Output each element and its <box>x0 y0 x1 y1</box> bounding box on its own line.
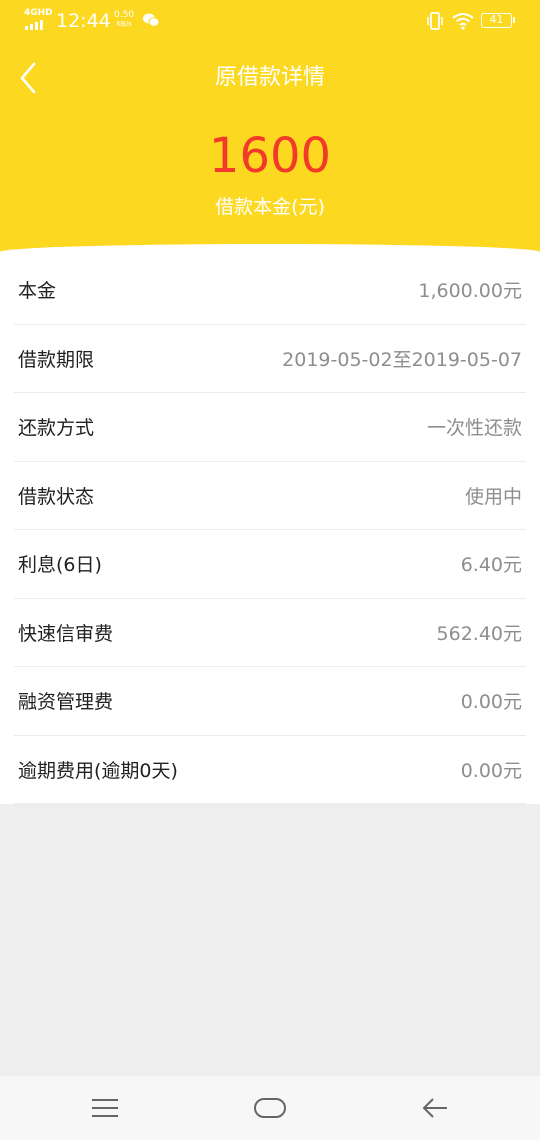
detail-value: 使用中 <box>464 485 522 508</box>
network-type: 4GHD <box>24 8 53 18</box>
wifi-icon <box>452 13 474 30</box>
network-speed-unit: KB/s <box>116 20 132 28</box>
wechat-icon <box>143 13 159 27</box>
status-bar: 4GHD 12:44 0.50 KB/s 41 <box>0 0 540 42</box>
network-speed-value: 0.50 <box>114 10 135 20</box>
detail-label: 利息(6日) <box>18 554 102 577</box>
detail-value: 一次性还款 <box>426 417 522 440</box>
detail-row-interest: 利息(6日) 6.40元 <box>14 530 526 599</box>
detail-label: 借款期限 <box>18 348 95 371</box>
page-title: 原借款详情 <box>214 65 325 90</box>
detail-value: 0.00元 <box>460 759 522 782</box>
detail-label: 快速信审费 <box>18 622 114 645</box>
detail-value: 1,600.00元 <box>418 280 522 303</box>
detail-row-term: 借款期限 2019-05-02至2019-05-07 <box>14 325 526 393</box>
home-icon[interactable] <box>253 1096 287 1120</box>
detail-row-review-fee: 快速信审费 562.40元 <box>14 599 526 667</box>
signal-icon <box>25 20 43 30</box>
loan-amount: 1600 <box>208 128 332 184</box>
detail-label: 融资管理费 <box>18 691 114 714</box>
detail-label: 还款方式 <box>18 417 95 440</box>
detail-row-principal: 本金 1,600.00元 <box>14 256 526 325</box>
detail-value: 562.40元 <box>436 622 522 645</box>
detail-label: 借款状态 <box>18 485 95 508</box>
detail-label: 本金 <box>18 280 57 303</box>
system-navigation-bar <box>0 1076 540 1140</box>
detail-row-repayment-method: 还款方式 一次性还款 <box>14 393 526 462</box>
loan-amount-label: 借款本金(元) <box>215 196 325 218</box>
detail-row-overdue-fee: 逾期费用(逾期0天) 0.00元 <box>14 736 526 804</box>
detail-row-management-fee: 融资管理费 0.00元 <box>14 667 526 736</box>
battery-icon: 41 <box>481 13 515 28</box>
detail-label: 逾期费用(逾期0天) <box>18 759 178 782</box>
detail-value: 0.00元 <box>460 691 522 714</box>
detail-value: 6.40元 <box>460 554 522 577</box>
status-time: 12:44 <box>56 10 111 32</box>
menu-icon[interactable] <box>90 1096 120 1120</box>
loan-detail-list: 本金 1,600.00元 借款期限 2019-05-02至2019-05-07 … <box>0 256 540 804</box>
network-speed: 0.50 KB/s <box>114 10 134 28</box>
vibrate-icon <box>427 12 443 30</box>
detail-value: 2019-05-02至2019-05-07 <box>282 348 522 371</box>
nav-back-arrow-icon[interactable] <box>421 1096 449 1120</box>
detail-row-status: 借款状态 使用中 <box>14 462 526 530</box>
